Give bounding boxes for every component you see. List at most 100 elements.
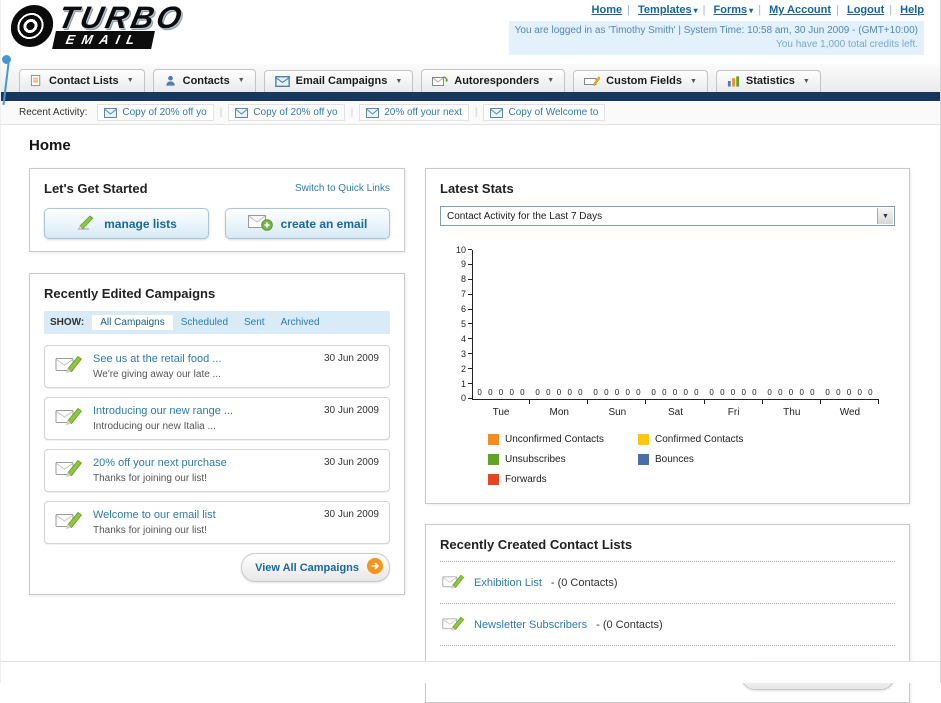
campaign-date: 30 Jun 2009 xyxy=(323,509,379,520)
campaign-subtitle: We're giving away our late ... xyxy=(93,369,221,380)
login-info: You are logged in as 'Timothy Smith' | S… xyxy=(514,25,918,36)
x-axis-tick xyxy=(705,400,763,404)
view-all-campaigns-label: View All Campaigns xyxy=(255,561,359,574)
envelope-pencil-icon xyxy=(55,353,83,379)
chart-x-ticks xyxy=(472,400,879,404)
latest-stats-panel: Latest Stats Contact Activity for the La… xyxy=(425,168,910,504)
recent-activity-link[interactable]: Copy of 20% off yo xyxy=(122,107,206,118)
campaign-date: 30 Jun 2009 xyxy=(323,353,379,364)
top-nav: Home Templates▾ Forms▾ My Account Logout… xyxy=(509,4,924,16)
legend-swatch-forwards xyxy=(488,474,499,485)
nav-help: Help xyxy=(900,4,924,16)
recent-activity-label: Recent Activity: xyxy=(19,107,88,118)
campaign-list-item: See us at the retail food ... We're givi… xyxy=(44,345,390,388)
campaign-title-link[interactable]: 20% off your next purchase xyxy=(93,457,314,469)
chevron-down-icon: ▼ xyxy=(689,77,697,85)
chart-values-group: 0 0 0 0 0 xyxy=(651,388,701,397)
tab-statistics[interactable]: Statistics ▼ xyxy=(715,70,821,92)
chart-plot-area: 0 0 0 0 0 0 0 0 0 0 0 0 0 0 0 0 0 0 0 0 0 0 … xyxy=(472,250,879,400)
legend-swatch-confirmed xyxy=(638,434,649,445)
create-email-button[interactable]: create an email xyxy=(225,208,390,239)
legend-swatch-unsubscribes xyxy=(488,454,499,465)
nav-forms-link[interactable]: Forms ▾ xyxy=(714,4,754,16)
recent-activity-chip: 20% off your next xyxy=(359,104,469,121)
main-nav: Contact Lists ▼ Contacts ▼ Email Campaig… xyxy=(1,64,940,92)
contact-activity-chart: 10 9 8 7 6 5 4 3 2 1 0 0 0 0 0 00 0 0 0 00 0 0 0 0… xyxy=(440,245,895,418)
chart-values-group: 0 0 0 0 0 xyxy=(535,388,585,397)
y-axis-label: 0 xyxy=(448,393,472,403)
custom-fields-icon xyxy=(584,75,601,87)
envelope-icon xyxy=(104,107,118,118)
stats-period-value: Contact Activity for the Last 7 Days xyxy=(447,210,603,222)
chart-values-group: 0 0 0 0 0 xyxy=(767,388,817,397)
switch-quick-links-link[interactable]: Switch to Quick Links xyxy=(295,183,390,194)
recent-activity-link[interactable]: Copy of 20% off yo xyxy=(253,107,337,118)
filter-tab-archived[interactable]: Archived xyxy=(273,315,328,330)
legend-swatch-bounces xyxy=(638,454,649,465)
campaign-title-link[interactable]: Introducing our new range ... xyxy=(93,405,314,417)
nav-logout-link[interactable]: Logout xyxy=(847,4,884,16)
nav-my-account-link[interactable]: My Account xyxy=(769,4,831,16)
campaign-subtitle: Thanks for joining our list! xyxy=(93,525,207,536)
legend-swatch-unconfirmed xyxy=(488,434,499,445)
x-axis-tick xyxy=(763,400,821,404)
y-axis-label: 1 xyxy=(448,379,472,389)
envelope-icon xyxy=(366,107,380,118)
nav-help-link[interactable]: Help xyxy=(900,4,924,16)
tab-custom-fields[interactable]: Custom Fields ▼ xyxy=(573,70,708,92)
view-all-campaigns-button[interactable]: View All Campaigns xyxy=(241,553,390,582)
recent-activity-link[interactable]: 20% off your next xyxy=(384,107,462,118)
tab-contact-lists[interactable]: Contact Lists ▼ xyxy=(19,69,145,92)
chevron-down-icon: ▼ xyxy=(237,77,245,84)
arrow-right-icon xyxy=(367,558,383,577)
tab-autoresponders[interactable]: Autoresponders ▼ xyxy=(421,69,566,92)
x-axis-tick xyxy=(588,400,647,404)
main-content: Home Let's Get Started Switch to Quick L… xyxy=(1,125,940,703)
legend-item: Confirmed Contacts xyxy=(638,434,788,445)
top-header: TURBO EMAIL Home Templates▾ Forms▾ My Ac… xyxy=(1,0,940,64)
latest-stats-title: Latest Stats xyxy=(440,181,514,196)
y-axis-label: 7 xyxy=(448,289,472,299)
contact-list-link[interactable]: Newsletter Subscribers xyxy=(474,619,587,631)
campaign-list-item: Introducing our new range ... Introducin… xyxy=(44,397,390,440)
campaign-title-link[interactable]: See us at the retail food ... xyxy=(93,353,314,365)
chart-zero-groups: 0 0 0 0 0 0 0 0 0 0 0 0 0 0 0 0 0 0 0 0 0 0 … xyxy=(473,388,879,397)
chevron-down-icon: ▼ xyxy=(547,77,555,84)
autoresponders-icon xyxy=(432,74,449,87)
chevron-down-icon: ▼ xyxy=(802,77,810,85)
contacts-icon xyxy=(164,74,177,87)
x-axis-tick xyxy=(530,400,589,404)
tab-contacts[interactable]: Contacts ▼ xyxy=(152,69,256,92)
legend-item: Unconfirmed Contacts xyxy=(488,434,638,445)
chevron-down-icon: ▼ xyxy=(395,77,403,85)
stats-period-dropdown[interactable]: Contact Activity for the Last 7 Days ▼ xyxy=(440,206,895,226)
y-axis-label: 3 xyxy=(448,349,472,359)
nav-home-link[interactable]: Home xyxy=(592,4,623,16)
x-axis-label: Thu xyxy=(783,407,801,418)
x-axis-tick xyxy=(646,400,705,404)
recent-activity-item: 20% off your next xyxy=(359,104,483,121)
contact-list-link[interactable]: Exhibition List xyxy=(474,577,542,589)
filter-tab-all-campaigns[interactable]: All Campaigns xyxy=(92,315,173,330)
legend-label: Forwards xyxy=(505,474,547,485)
envelope-plus-icon xyxy=(247,214,273,234)
legend-item: Unsubscribes xyxy=(488,454,638,465)
nav-home: Home xyxy=(592,4,635,16)
page-title: Home xyxy=(29,137,71,154)
nav-templates-link[interactable]: Templates ▾ xyxy=(638,4,698,16)
filter-tab-sent[interactable]: Sent xyxy=(236,315,273,330)
envelope-pencil-icon xyxy=(442,572,465,593)
chart-values-group: 0 0 0 0 0 xyxy=(825,388,875,397)
navy-divider-bar xyxy=(1,92,940,101)
recent-activity-link[interactable]: Copy of Welcome to xyxy=(508,107,598,118)
envelope-pencil-icon xyxy=(442,614,465,635)
manage-lists-button[interactable]: manage lists xyxy=(44,208,209,239)
campaign-text: Introducing our new range ... Introducin… xyxy=(93,405,314,432)
campaign-title-link[interactable]: Welcome to our email list xyxy=(93,509,314,521)
nav-templates: Templates ▾ xyxy=(638,4,710,16)
contact-list-count: - (0 Contacts) xyxy=(550,576,618,589)
pencil-icon xyxy=(76,214,96,234)
campaigns-panel-title: Recently Edited Campaigns xyxy=(44,286,216,301)
tab-email-campaigns[interactable]: Email Campaigns ▼ xyxy=(263,70,414,92)
filter-tab-scheduled[interactable]: Scheduled xyxy=(173,315,236,330)
